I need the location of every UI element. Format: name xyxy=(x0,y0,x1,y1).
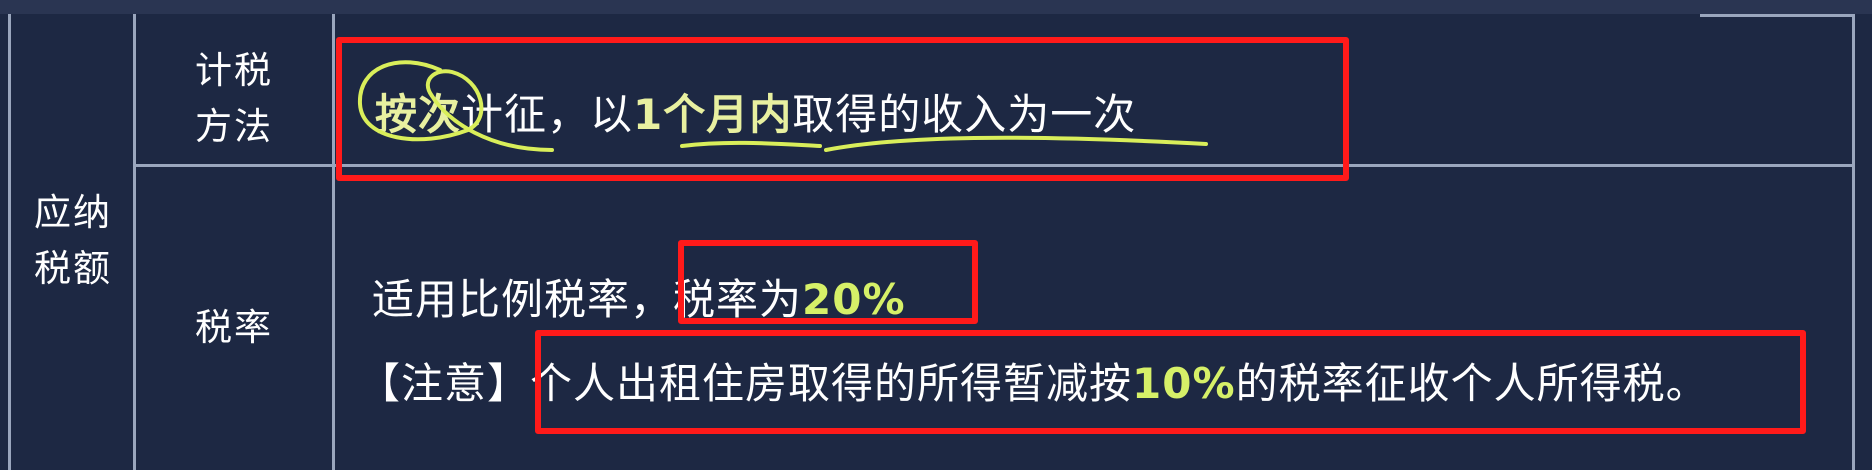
row-label-method: 计税 方法 xyxy=(195,49,273,148)
annotation-box-method xyxy=(336,37,1349,181)
annotation-box-rate xyxy=(678,240,978,324)
row-label-rate: 税率 xyxy=(195,306,273,349)
top-strip xyxy=(0,0,1872,14)
grid-line xyxy=(332,14,335,470)
annotation-box-note xyxy=(535,330,1806,434)
grid-line xyxy=(8,14,11,470)
grid-line xyxy=(1852,14,1855,470)
rate-applicable-text: 适用比例税率， xyxy=(372,275,674,324)
row-header-tax-amount: 应纳 税额 xyxy=(34,191,112,290)
note-label: 【注意】 xyxy=(358,359,531,408)
grid-line xyxy=(1700,14,1855,17)
